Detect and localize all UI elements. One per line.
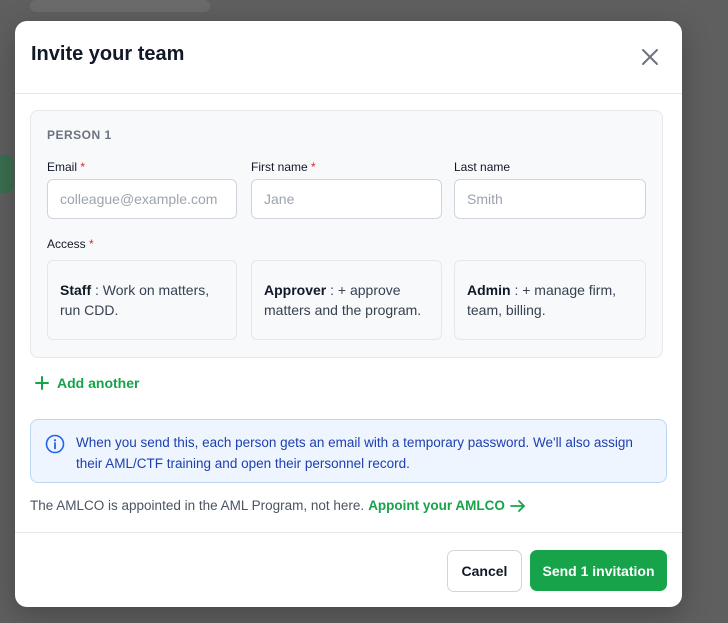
send-invitation-button[interactable]: Send 1 invitation bbox=[530, 550, 667, 591]
access-option-name: Staff bbox=[60, 282, 92, 298]
access-label: Access * bbox=[47, 237, 94, 251]
info-notice: When you send this, each person gets an … bbox=[30, 419, 667, 483]
person-label: PERSON 1 bbox=[47, 128, 112, 142]
modal-title: Invite your team bbox=[31, 43, 185, 65]
last-name-label: Last name bbox=[454, 160, 511, 174]
close-icon bbox=[642, 49, 658, 65]
amlco-text: The AMLCO is appointed in the AML Progra… bbox=[30, 498, 365, 513]
info-icon bbox=[45, 434, 65, 454]
modal-header: Invite your team bbox=[15, 21, 682, 94]
access-option-staff[interactable]: Staff : Work on matters, run CDD. bbox=[47, 260, 237, 340]
access-option-approver[interactable]: Approver : + approve matters and the pro… bbox=[251, 260, 442, 340]
cancel-button[interactable]: Cancel bbox=[447, 550, 522, 592]
arrow-right-icon bbox=[510, 499, 525, 512]
person-card: PERSON 1 Email * First name * Last name … bbox=[30, 110, 663, 358]
modal-footer: Cancel Send 1 invitation bbox=[15, 532, 682, 607]
access-option-name: Admin bbox=[467, 282, 511, 298]
add-another-label: Add another bbox=[57, 375, 140, 391]
required-marker: * bbox=[89, 237, 94, 251]
background-overlay-bar bbox=[30, 0, 210, 12]
access-option-admin[interactable]: Admin : + manage firm, team, billing. bbox=[454, 260, 646, 340]
required-marker: * bbox=[311, 160, 316, 174]
info-text: When you send this, each person gets an … bbox=[76, 435, 633, 471]
first-name-label: First name * bbox=[251, 160, 316, 174]
appoint-amlco-label: Appoint your AMLCO bbox=[368, 498, 505, 513]
appoint-amlco-link[interactable]: Appoint your AMLCO bbox=[368, 498, 526, 513]
email-label: Email * bbox=[47, 160, 86, 174]
access-option-name: Approver bbox=[264, 282, 327, 298]
first-name-field[interactable] bbox=[251, 179, 442, 219]
background-overlay-accent bbox=[0, 155, 14, 193]
required-marker: * bbox=[80, 160, 86, 174]
last-name-field[interactable] bbox=[454, 179, 646, 219]
plus-icon bbox=[35, 376, 49, 390]
close-button[interactable] bbox=[638, 45, 662, 69]
email-field[interactable] bbox=[47, 179, 237, 219]
invite-team-modal: Invite your team PERSON 1 Email * First … bbox=[15, 21, 682, 607]
add-another-button[interactable]: Add another bbox=[35, 375, 139, 391]
amlco-note: The AMLCO is appointed in the AML Progra… bbox=[30, 498, 526, 513]
